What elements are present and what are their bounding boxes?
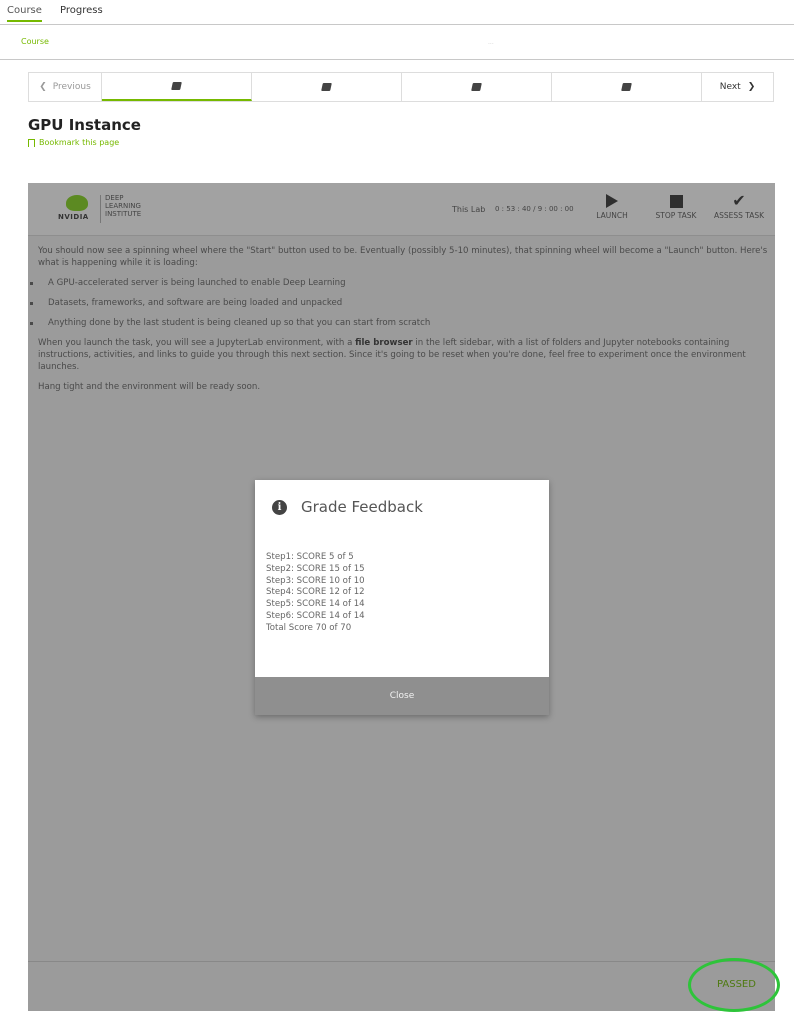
score-list: Step1: SCORE 5 of 5 Step2: SCORE 15 of 1… bbox=[266, 552, 365, 635]
lab-timer-label: This Lab bbox=[452, 205, 486, 214]
bookmark-label: Bookmark this page bbox=[39, 138, 120, 147]
launch-label: LAUNCH bbox=[596, 211, 628, 220]
bookmark-button[interactable]: Bookmark this page bbox=[28, 138, 120, 149]
dli-line-3: INSTITUTE bbox=[105, 210, 142, 218]
stop-task-label: STOP TASK bbox=[655, 211, 697, 220]
previous-label: Previous bbox=[52, 82, 91, 92]
unit-tab-1[interactable] bbox=[102, 73, 252, 101]
nvidia-eye-icon bbox=[66, 195, 88, 211]
top-tabs: Course Progress bbox=[0, 0, 794, 25]
book-icon bbox=[321, 83, 332, 91]
bookmark-icon bbox=[28, 138, 35, 149]
score-line: Step5: SCORE 14 of 14 bbox=[266, 599, 365, 610]
sequence-nav: ❮ Previous Next ❯ bbox=[28, 72, 774, 102]
previous-button[interactable]: ❮ Previous bbox=[29, 73, 102, 101]
next-label: Next bbox=[719, 82, 741, 92]
dli-line-1: DEEP bbox=[105, 194, 124, 202]
loading-steps-list: A GPU-accelerated server is being launch… bbox=[30, 277, 773, 329]
unit-tab-4[interactable] bbox=[552, 73, 702, 101]
book-icon bbox=[171, 82, 182, 90]
list-item: Datasets, frameworks, and software are b… bbox=[30, 297, 773, 309]
nvidia-logo: NVIDIA bbox=[58, 195, 96, 223]
next-button[interactable]: Next ❯ bbox=[701, 73, 773, 101]
dli-logo-text: DEEP LEARNING INSTITUTE bbox=[105, 194, 141, 218]
book-icon bbox=[621, 83, 632, 91]
nvidia-wordmark: NVIDIA bbox=[58, 213, 89, 221]
file-browser-term: file browser bbox=[355, 338, 413, 348]
logo-divider bbox=[100, 195, 101, 223]
list-item: A GPU-accelerated server is being launch… bbox=[30, 277, 773, 289]
passed-status: PASSED bbox=[717, 979, 756, 990]
stop-icon bbox=[669, 194, 683, 208]
breadcrumb[interactable]: Course bbox=[21, 37, 49, 46]
dli-line-2: LEARNING bbox=[105, 202, 141, 210]
lab-instructions: You should now see a spinning wheel wher… bbox=[30, 245, 773, 401]
close-button[interactable]: Close bbox=[255, 677, 549, 715]
check-icon: ✔ bbox=[732, 191, 746, 210]
unit-tab-3[interactable] bbox=[402, 73, 552, 101]
launch-button[interactable]: LAUNCH bbox=[584, 191, 640, 229]
modal-header: i Grade Feedback bbox=[272, 498, 423, 516]
score-line: Step1: SCORE 5 of 5 bbox=[266, 552, 354, 562]
tab-course[interactable]: Course bbox=[7, 5, 42, 22]
wait-paragraph: Hang tight and the environment will be r… bbox=[38, 382, 261, 392]
chevron-left-icon: ❮ bbox=[39, 82, 47, 92]
launch-paragraph-part-1: When you launch the task, you will see a… bbox=[38, 338, 356, 348]
grade-feedback-modal: i Grade Feedback Step1: SCORE 5 of 5 Ste… bbox=[255, 480, 549, 715]
launch-paragraph: When you launch the task, you will see a… bbox=[38, 337, 773, 373]
lab-timer: 0 : 53 : 40 / 9 : 00 : 00 bbox=[495, 205, 574, 213]
breadcrumb-separator: ··· bbox=[488, 41, 494, 48]
chevron-right-icon: ❯ bbox=[747, 82, 756, 92]
info-icon: i bbox=[272, 499, 287, 515]
assess-task-button[interactable]: ✔ ASSESS TASK bbox=[711, 191, 767, 229]
score-line: Step3: SCORE 10 of 10 bbox=[266, 575, 365, 586]
lab-footer bbox=[28, 961, 775, 1012]
score-line: Step6: SCORE 14 of 14 bbox=[266, 610, 365, 621]
unit-tab-2[interactable] bbox=[252, 73, 402, 101]
score-line: Step2: SCORE 15 of 15 bbox=[266, 563, 365, 574]
play-icon bbox=[606, 194, 618, 208]
page-title: GPU Instance bbox=[28, 116, 141, 134]
intro-paragraph: You should now see a spinning wheel wher… bbox=[38, 246, 768, 268]
list-item: Anything done by the last student is bei… bbox=[30, 317, 773, 329]
lab-header: NVIDIA DEEP LEARNING INSTITUTE This Lab … bbox=[28, 183, 775, 236]
stop-task-button[interactable]: STOP TASK bbox=[648, 191, 704, 229]
total-score-line: Total Score 70 of 70 bbox=[266, 622, 352, 633]
modal-title: Grade Feedback bbox=[301, 498, 423, 516]
book-icon bbox=[471, 83, 482, 91]
assess-task-label: ASSESS TASK bbox=[713, 211, 765, 220]
breadcrumb-bar: Course ··· bbox=[0, 25, 794, 60]
score-line: Step4: SCORE 12 of 12 bbox=[266, 587, 365, 598]
tab-progress[interactable]: Progress bbox=[60, 5, 103, 16]
